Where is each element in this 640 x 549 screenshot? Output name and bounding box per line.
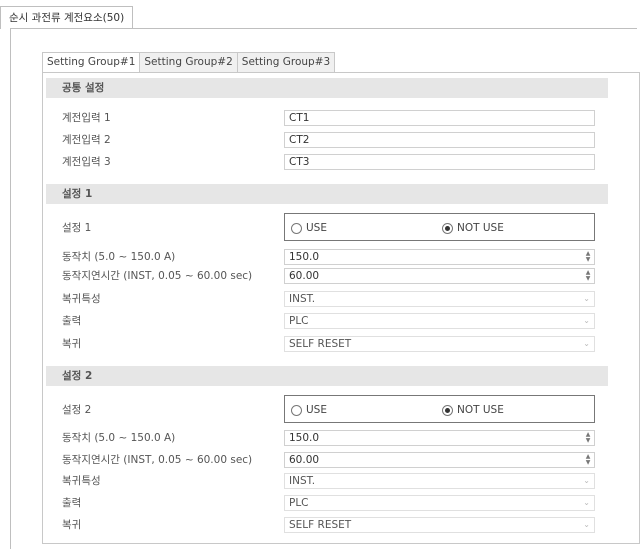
setting1-pickup-value: 150.0 xyxy=(289,251,320,263)
window-title-tab[interactable]: 순시 과전류 계전요소(50) xyxy=(0,6,134,29)
tab-setting-group-1[interactable]: Setting Group#1 xyxy=(42,52,141,74)
setting1-use-radio[interactable]: USE xyxy=(291,221,327,235)
radio-checked-icon xyxy=(442,222,453,234)
tab-setting-group-3[interactable]: Setting Group#3 xyxy=(237,52,336,73)
setting1-pickup-input[interactable]: 150.0 ▲ ▼ xyxy=(284,249,595,265)
chevron-down-icon: ⌄ xyxy=(583,520,590,529)
radio-checked-icon xyxy=(442,404,453,416)
setting2-pickup-value: 150.0 xyxy=(289,432,320,444)
relay-input-3-field[interactable]: CT3 xyxy=(284,154,595,170)
setting1-notuse-radio[interactable]: NOT USE xyxy=(442,221,504,235)
setting2-use-radio[interactable]: USE xyxy=(291,403,327,417)
setting2-delay-label: 동작지연시간 (INST, 0.05 ~ 60.00 sec) xyxy=(62,454,253,466)
setting2-reset-char-label: 복귀특성 xyxy=(62,475,101,487)
setting2-output-select[interactable]: PLC ⌄ xyxy=(284,495,595,511)
setting1-reset-label: 복귀 xyxy=(62,338,82,350)
spin-arrows-icon[interactable]: ▲ ▼ xyxy=(585,270,591,282)
setting1-use-label: USE xyxy=(306,222,327,234)
relay-input-3-label: 계전입력 3 xyxy=(62,156,111,168)
setting1-reset-select[interactable]: SELF RESET ⌄ xyxy=(284,336,595,352)
setting2-enable-label: 설정 2 xyxy=(62,404,92,416)
setting2-reset-select[interactable]: SELF RESET ⌄ xyxy=(284,517,595,533)
setting2-output-label: 출력 xyxy=(62,497,82,509)
spin-arrows-icon[interactable]: ▲ ▼ xyxy=(585,251,591,263)
setting2-pickup-input[interactable]: 150.0 ▲ ▼ xyxy=(284,430,595,446)
setting1-reset-char-value: INST. xyxy=(289,293,316,305)
spin-arrows-icon[interactable]: ▲ ▼ xyxy=(585,432,591,444)
radio-unchecked-icon xyxy=(291,222,302,234)
setting1-delay-value: 60.00 xyxy=(289,270,320,282)
chevron-down-icon: ⌄ xyxy=(583,316,590,325)
chevron-down-icon: ⌄ xyxy=(583,294,590,303)
setting2-notuse-radio[interactable]: NOT USE xyxy=(442,403,504,417)
setting1-reset-char-select[interactable]: INST. ⌄ xyxy=(284,291,595,307)
tab-setting-group-2[interactable]: Setting Group#2 xyxy=(140,52,238,73)
chevron-down-icon: ⌄ xyxy=(583,476,590,485)
setting2-notuse-label: NOT USE xyxy=(457,404,504,416)
setting2-enable-radio-group: USE NOT USE xyxy=(284,395,595,423)
radio-unchecked-icon xyxy=(291,404,302,416)
setting1-enable-label: 설정 1 xyxy=(62,222,92,234)
relay-input-2-field[interactable]: CT2 xyxy=(284,132,595,148)
setting2-output-value: PLC xyxy=(289,497,309,509)
relay-input-2-label: 계전입력 2 xyxy=(62,134,111,146)
chevron-down-icon: ⌄ xyxy=(583,498,590,507)
common-section-header: 공통 설정 xyxy=(46,78,608,98)
setting1-output-select[interactable]: PLC ⌄ xyxy=(284,313,595,329)
setting1-output-value: PLC xyxy=(289,315,309,327)
setting2-reset-label: 복귀 xyxy=(62,519,82,531)
setting1-notuse-label: NOT USE xyxy=(457,222,504,234)
setting2-pickup-label: 동작치 (5.0 ~ 150.0 A) xyxy=(62,432,176,444)
setting1-delay-label: 동작지연시간 (INST, 0.05 ~ 60.00 sec) xyxy=(62,270,253,282)
setting-group-tabs: Setting Group#1 Setting Group#2 Setting … xyxy=(42,52,336,74)
setting1-enable-radio-group: USE NOT USE xyxy=(284,213,595,241)
setting1-reset-value: SELF RESET xyxy=(289,338,352,350)
setting2-delay-input[interactable]: 60.00 ▲ ▼ xyxy=(284,452,595,468)
spin-arrows-icon[interactable]: ▲ ▼ xyxy=(585,454,591,466)
setting2-reset-value: SELF RESET xyxy=(289,519,352,531)
relay-input-1-field[interactable]: CT1 xyxy=(284,110,595,126)
setting2-section-header: 설정 2 xyxy=(46,366,608,386)
setting1-delay-input[interactable]: 60.00 ▲ ▼ xyxy=(284,268,595,284)
setting2-reset-char-select[interactable]: INST. ⌄ xyxy=(284,473,595,489)
setting1-output-label: 출력 xyxy=(62,315,82,327)
setting2-use-label: USE xyxy=(306,404,327,416)
relay-input-1-label: 계전입력 1 xyxy=(62,112,111,124)
setting2-reset-char-value: INST. xyxy=(289,475,316,487)
setting1-reset-char-label: 복귀특성 xyxy=(62,293,101,305)
setting1-pickup-label: 동작치 (5.0 ~ 150.0 A) xyxy=(62,251,176,263)
setting1-section-header: 설정 1 xyxy=(46,184,608,204)
chevron-down-icon: ⌄ xyxy=(583,339,590,348)
setting2-delay-value: 60.00 xyxy=(289,454,320,466)
